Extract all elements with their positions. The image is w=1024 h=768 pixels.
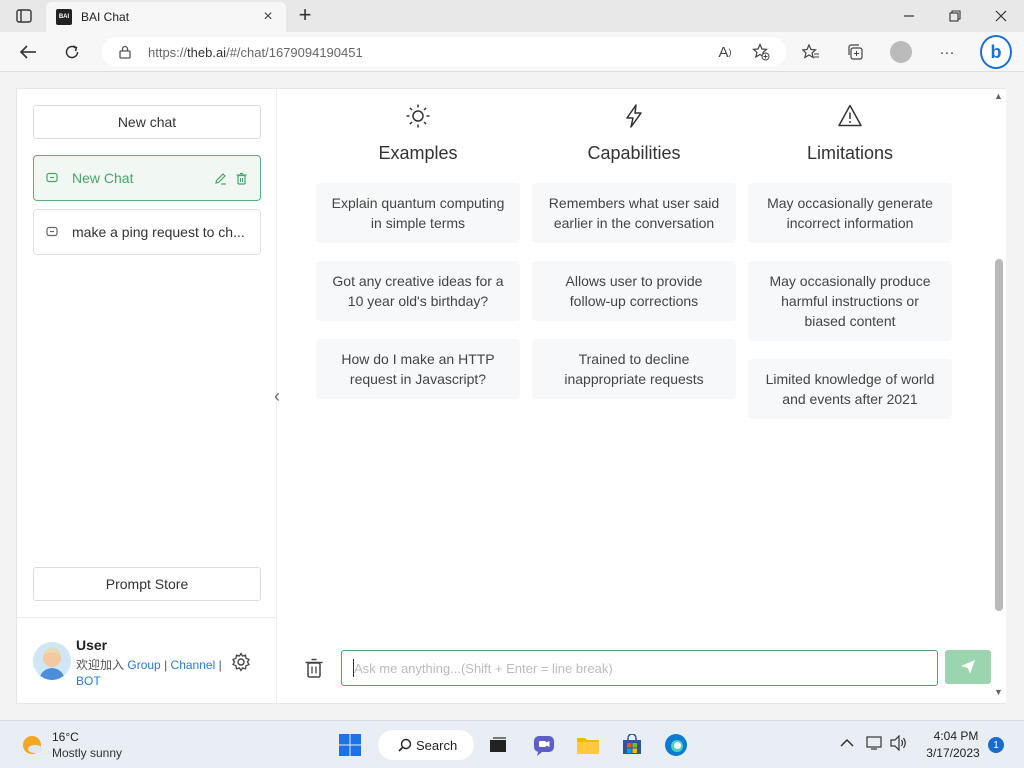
scroll-down-icon[interactable]: ▼ [994, 687, 1003, 697]
sun-icon [406, 104, 430, 128]
delete-chat-icon[interactable] [235, 172, 248, 185]
limitation-card: Limited knowledge of world and events af… [748, 359, 952, 419]
example-card[interactable]: How do I make an HTTP request in Javascr… [316, 339, 520, 399]
teams-chat-icon[interactable] [530, 731, 558, 759]
capability-card: Allows user to provide follow-up correct… [532, 261, 736, 321]
back-arrow-icon[interactable] [14, 39, 42, 65]
weather-sun-icon[interactable] [20, 733, 44, 757]
tab-title: BAI Chat [81, 10, 130, 24]
file-explorer-icon[interactable] [574, 731, 602, 759]
tab-actions-icon[interactable] [10, 6, 38, 26]
address-bar-row: https://theb.ai/#/chat/1679094190451 A) … [0, 32, 1024, 72]
lock-icon[interactable] [118, 45, 132, 59]
chat-app: New chat New Chat make a ping request to… [16, 88, 1006, 704]
read-aloud-icon[interactable]: A) [712, 40, 738, 64]
tab-close-icon[interactable]: × [260, 8, 276, 26]
link-separator: | [164, 658, 168, 672]
examples-column: Examples [316, 103, 520, 164]
warning-icon [838, 104, 862, 127]
link-separator: | [218, 658, 222, 672]
main-panel: Examples Explain quantum computing in si… [278, 89, 991, 703]
capabilities-column: Capabilities [532, 103, 736, 164]
example-card[interactable]: Got any creative ideas for a 10 year old… [316, 261, 520, 321]
bot-link[interactable]: BOT [76, 674, 101, 688]
add-favorite-icon[interactable] [748, 40, 774, 64]
weather-description: Mostly sunny [52, 746, 123, 760]
send-button[interactable] [945, 650, 991, 684]
channel-link[interactable]: Channel [171, 658, 216, 672]
show-hidden-icons-icon[interactable] [840, 735, 854, 751]
new-chat-button[interactable]: New chat [33, 105, 261, 139]
page-background: New chat New Chat make a ping request to… [0, 72, 1024, 720]
url-field[interactable]: https://theb.ai/#/chat/1679094190451 [102, 37, 786, 67]
microsoft-store-icon[interactable] [618, 731, 646, 759]
user-name: User [76, 637, 108, 653]
more-options-icon[interactable]: ··· [934, 40, 960, 64]
chat-bubble-icon [46, 226, 58, 237]
clock-time[interactable]: 4:04 PM [926, 729, 986, 743]
sidebar: New chat New Chat make a ping request to… [17, 89, 277, 703]
column-title: Capabilities [587, 143, 681, 163]
bai-favicon-icon: BAI [56, 9, 72, 25]
limitations-column: Limitations [748, 103, 952, 164]
welcome-text: 欢迎加入 [76, 658, 125, 672]
windows-start-icon[interactable] [336, 731, 364, 759]
limitation-card: May occasionally generate incorrect info… [748, 183, 952, 243]
favorites-icon[interactable] [798, 40, 824, 64]
task-view-icon[interactable] [484, 731, 512, 759]
chat-item-label: New Chat [72, 170, 134, 186]
group-link[interactable]: Group [127, 658, 160, 672]
weather-temperature: 16°C [52, 730, 79, 744]
search-icon [398, 738, 412, 752]
new-tab-icon[interactable]: + [294, 4, 316, 26]
network-icon[interactable] [866, 735, 884, 754]
message-input-wrapper [341, 650, 938, 686]
collections-icon[interactable] [842, 40, 868, 64]
user-panel: User 欢迎加入 Group | Channel | BOT [17, 617, 276, 703]
taskbar: 16°C Mostly sunny Search 4:04 PM 3/17/20… [0, 720, 1024, 768]
refresh-icon[interactable] [58, 39, 86, 65]
chat-item-active[interactable]: New Chat [33, 155, 261, 201]
scrollbar-thumb[interactable] [995, 259, 1003, 611]
scrollbar[interactable]: ▲ ▼ [992, 89, 1006, 703]
taskbar-search[interactable]: Search [378, 730, 474, 760]
limitation-card: May occasionally produce harmful instruc… [748, 261, 952, 341]
notification-badge[interactable]: 1 [988, 737, 1004, 753]
browser-tab-bar: BAI BAI Chat × + [0, 0, 1024, 32]
chat-item-label: make a ping request to ch... [72, 224, 245, 240]
chat-bubble-icon [46, 172, 58, 183]
message-input[interactable] [354, 660, 937, 676]
capability-card: Remembers what user said earlier in the … [532, 183, 736, 243]
scroll-up-icon[interactable]: ▲ [994, 91, 1003, 101]
clear-chat-trash-icon[interactable] [303, 657, 325, 679]
url-text: https://theb.ai/#/chat/1679094190451 [148, 44, 363, 60]
user-description: 欢迎加入 Group | Channel | BOT [76, 657, 226, 689]
bing-chat-icon[interactable]: b [980, 35, 1012, 69]
profile-icon[interactable] [888, 40, 914, 64]
send-icon [961, 660, 975, 674]
settings-gear-icon[interactable] [231, 652, 251, 672]
close-window-icon[interactable] [978, 4, 1024, 28]
browser-tab-bai-chat[interactable]: BAI BAI Chat × [46, 2, 286, 32]
capability-card: Trained to decline inappropriate request… [532, 339, 736, 399]
lightning-icon [626, 104, 642, 128]
text-caret [353, 659, 354, 677]
clock-date[interactable]: 3/17/2023 [918, 746, 988, 760]
edit-pencil-icon[interactable] [214, 172, 227, 185]
avatar[interactable] [33, 642, 71, 680]
edge-browser-icon[interactable] [662, 731, 690, 759]
search-label: Search [416, 737, 458, 753]
example-card[interactable]: Explain quantum computing in simple term… [316, 183, 520, 243]
column-title: Limitations [806, 143, 894, 163]
restore-icon[interactable] [932, 4, 978, 28]
chat-item[interactable]: make a ping request to ch... [33, 209, 261, 255]
column-title: Examples [378, 143, 458, 163]
prompt-store-button[interactable]: Prompt Store [33, 567, 261, 601]
minimize-icon[interactable] [886, 4, 932, 28]
volume-icon[interactable] [890, 734, 908, 754]
